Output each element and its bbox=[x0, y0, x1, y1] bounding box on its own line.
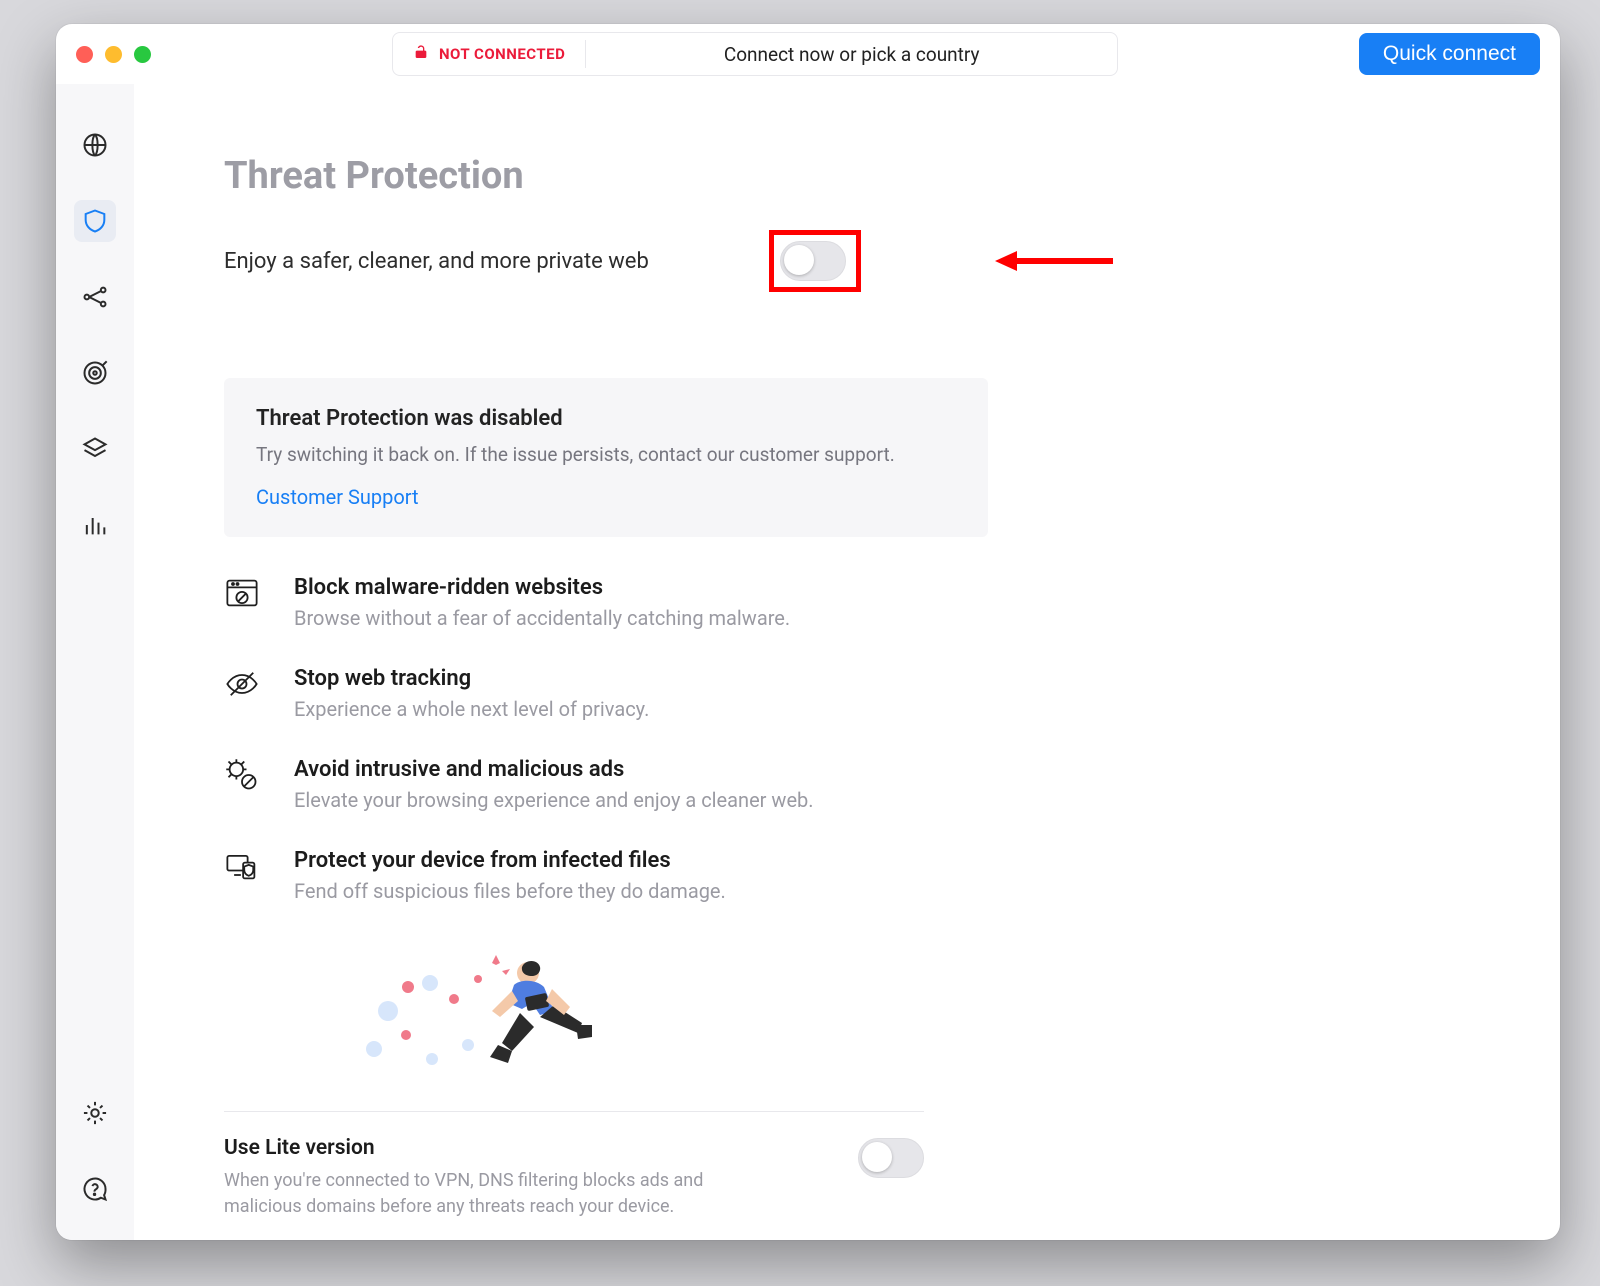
shield-icon bbox=[81, 207, 109, 235]
devices-shield-icon bbox=[224, 848, 260, 884]
customer-support-link[interactable]: Customer Support bbox=[256, 485, 419, 509]
quick-connect-button[interactable]: Quick connect bbox=[1359, 33, 1540, 75]
main-content: Threat Protection Enjoy a safer, cleaner… bbox=[134, 84, 1560, 1240]
page-title: Threat Protection bbox=[224, 154, 1490, 198]
gear-icon bbox=[81, 1099, 109, 1127]
feature-title: Stop web tracking bbox=[294, 666, 649, 691]
sidebar-item-connection[interactable] bbox=[74, 124, 116, 166]
feature-stop-tracking: Stop web tracking Experience a whole nex… bbox=[224, 666, 944, 721]
lite-version-toggle[interactable] bbox=[858, 1138, 924, 1178]
feature-protect-files: Protect your device from infected files … bbox=[224, 848, 944, 903]
running-person-illustration bbox=[344, 939, 1490, 1093]
feature-list: Block malware-ridden websites Browse wit… bbox=[224, 575, 944, 903]
page-subtitle: Enjoy a safer, cleaner, and more private… bbox=[224, 249, 649, 274]
help-icon bbox=[81, 1175, 109, 1203]
sidebar bbox=[56, 84, 134, 1240]
lite-desc: When you're connected to VPN, DNS filter… bbox=[224, 1168, 764, 1220]
feature-desc: Browse without a fear of accidentally ca… bbox=[294, 606, 790, 630]
notice-body: Try switching it back on. If the issue p… bbox=[256, 441, 956, 469]
lite-title: Use Lite version bbox=[224, 1136, 764, 1160]
window-close-button[interactable] bbox=[76, 46, 93, 63]
browser-block-icon bbox=[224, 575, 260, 611]
target-icon bbox=[81, 359, 109, 387]
feature-title: Protect your device from infected files bbox=[294, 848, 726, 873]
feature-desc: Fend off suspicious files before they do… bbox=[294, 879, 726, 903]
connection-bar[interactable]: NOT CONNECTED Connect now or pick a coun… bbox=[392, 32, 1118, 76]
feature-title: Avoid intrusive and malicious ads bbox=[294, 757, 814, 782]
titlebar: NOT CONNECTED Connect now or pick a coun… bbox=[56, 24, 1560, 84]
lock-open-icon bbox=[413, 44, 429, 65]
disabled-notice: Threat Protection was disabled Try switc… bbox=[224, 378, 988, 537]
annotation-arrow-icon bbox=[995, 248, 1115, 274]
connection-prompt: Connect now or pick a country bbox=[586, 43, 1117, 66]
feature-avoid-ads: Avoid intrusive and malicious ads Elevat… bbox=[224, 757, 944, 812]
sidebar-item-threat-protection[interactable] bbox=[74, 200, 116, 242]
sidebar-item-help[interactable] bbox=[74, 1168, 116, 1210]
divider bbox=[224, 1111, 924, 1112]
notice-title: Threat Protection was disabled bbox=[256, 406, 956, 431]
connection-status-text: NOT CONNECTED bbox=[439, 45, 565, 63]
window-controls bbox=[76, 46, 151, 63]
sidebar-item-meshnet[interactable] bbox=[74, 276, 116, 318]
eye-off-icon bbox=[224, 666, 260, 702]
app-window: NOT CONNECTED Connect now or pick a coun… bbox=[56, 24, 1560, 1240]
connection-status: NOT CONNECTED bbox=[393, 40, 586, 68]
threat-protection-toggle[interactable] bbox=[780, 241, 846, 281]
window-minimize-button[interactable] bbox=[105, 46, 122, 63]
sidebar-item-settings[interactable] bbox=[74, 1092, 116, 1134]
feature-desc: Elevate your browsing experience and enj… bbox=[294, 788, 814, 812]
sidebar-item-presets[interactable] bbox=[74, 428, 116, 470]
feature-title: Block malware-ridden websites bbox=[294, 575, 790, 600]
window-zoom-button[interactable] bbox=[134, 46, 151, 63]
layers-icon bbox=[81, 435, 109, 463]
sidebar-item-darkweb[interactable] bbox=[74, 352, 116, 394]
bars-icon bbox=[81, 511, 109, 539]
annotation-highlight bbox=[769, 230, 861, 292]
feature-block-malware: Block malware-ridden websites Browse wit… bbox=[224, 575, 944, 630]
globe-icon bbox=[81, 131, 109, 159]
bug-block-icon bbox=[224, 757, 260, 793]
network-icon bbox=[81, 283, 109, 311]
feature-desc: Experience a whole next level of privacy… bbox=[294, 697, 649, 721]
lite-version-row: Use Lite version When you're connected t… bbox=[224, 1136, 924, 1220]
sidebar-item-stats[interactable] bbox=[74, 504, 116, 546]
